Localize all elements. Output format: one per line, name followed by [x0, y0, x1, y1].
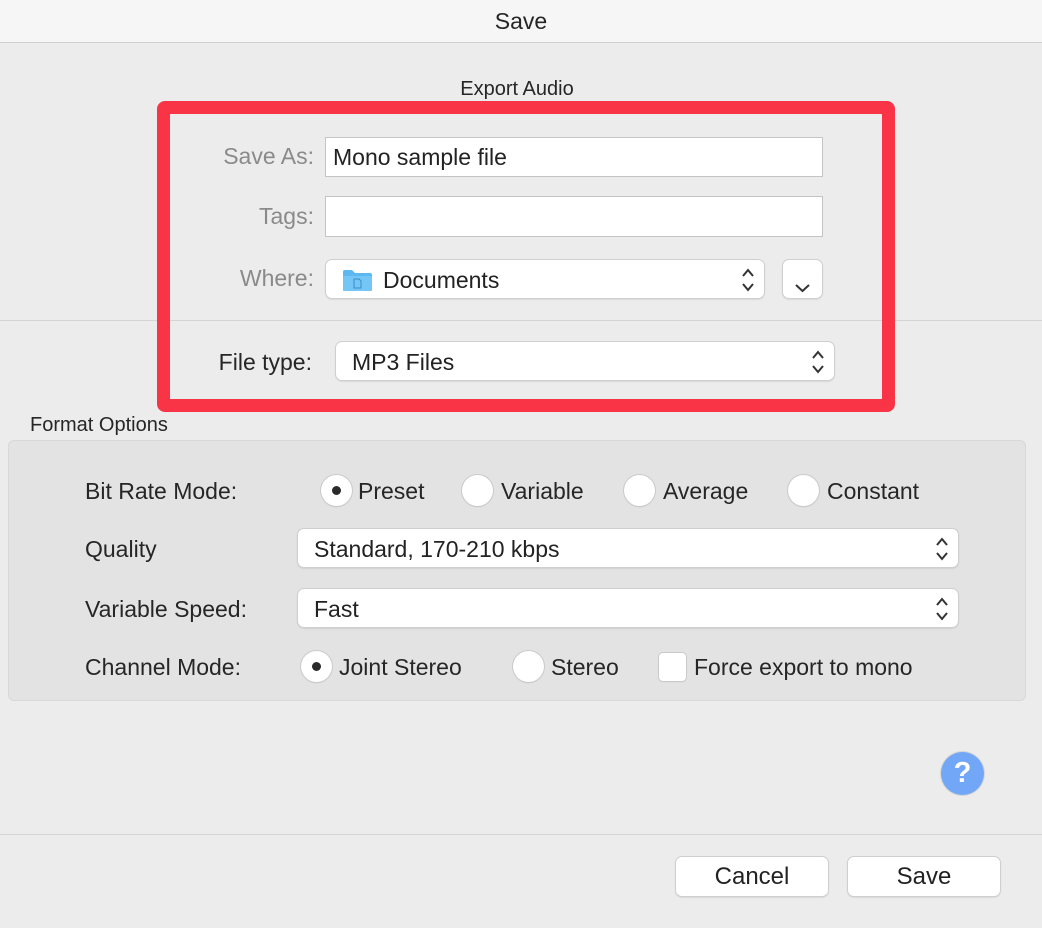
radio-constant[interactable] [788, 475, 819, 506]
help-button[interactable]: ? [941, 752, 984, 795]
channel-mode-label: Channel Mode: [85, 654, 241, 680]
force-mono-checkbox[interactable] [659, 653, 686, 681]
radio-variable-label[interactable]: Variable [501, 478, 584, 505]
format-options-title: Format Options [30, 414, 168, 436]
radio-stereo[interactable] [513, 651, 544, 682]
variable-speed-popup[interactable]: Fast [298, 589, 958, 627]
radio-selected-dot [332, 486, 341, 495]
dialog-heading: Export Audio [460, 78, 574, 100]
save-button[interactable]: Save [848, 857, 1000, 896]
radio-preset[interactable] [321, 475, 352, 506]
variable-speed-value: Fast [314, 596, 359, 622]
radio-joint-stereo[interactable] [301, 651, 332, 682]
bit-rate-mode-label: Bit Rate Mode: [85, 478, 238, 504]
radio-constant-label[interactable]: Constant [827, 478, 919, 505]
up-down-arrows-icon [935, 534, 949, 564]
highlight-annotation [157, 101, 895, 412]
radio-preset-label[interactable]: Preset [358, 478, 424, 505]
quality-label: Quality [85, 536, 157, 562]
quality-popup[interactable]: Standard, 170-210 kbps [298, 529, 958, 567]
force-mono-label[interactable]: Force export to mono [694, 654, 913, 681]
cancel-button[interactable]: Cancel [676, 857, 828, 896]
window-title: Save [0, 0, 1042, 43]
radio-joint-stereo-label[interactable]: Joint Stereo [339, 654, 462, 681]
quality-value: Standard, 170-210 kbps [314, 536, 560, 562]
radio-average[interactable] [624, 475, 655, 506]
radio-variable[interactable] [462, 475, 493, 506]
radio-stereo-label[interactable]: Stereo [551, 654, 619, 681]
radio-average-label[interactable]: Average [663, 478, 748, 505]
up-down-arrows-icon [935, 594, 949, 624]
radio-selected-dot [312, 662, 321, 671]
footer-divider [0, 834, 1042, 835]
variable-speed-label: Variable Speed: [85, 596, 247, 622]
help-icon: ? [953, 757, 972, 789]
